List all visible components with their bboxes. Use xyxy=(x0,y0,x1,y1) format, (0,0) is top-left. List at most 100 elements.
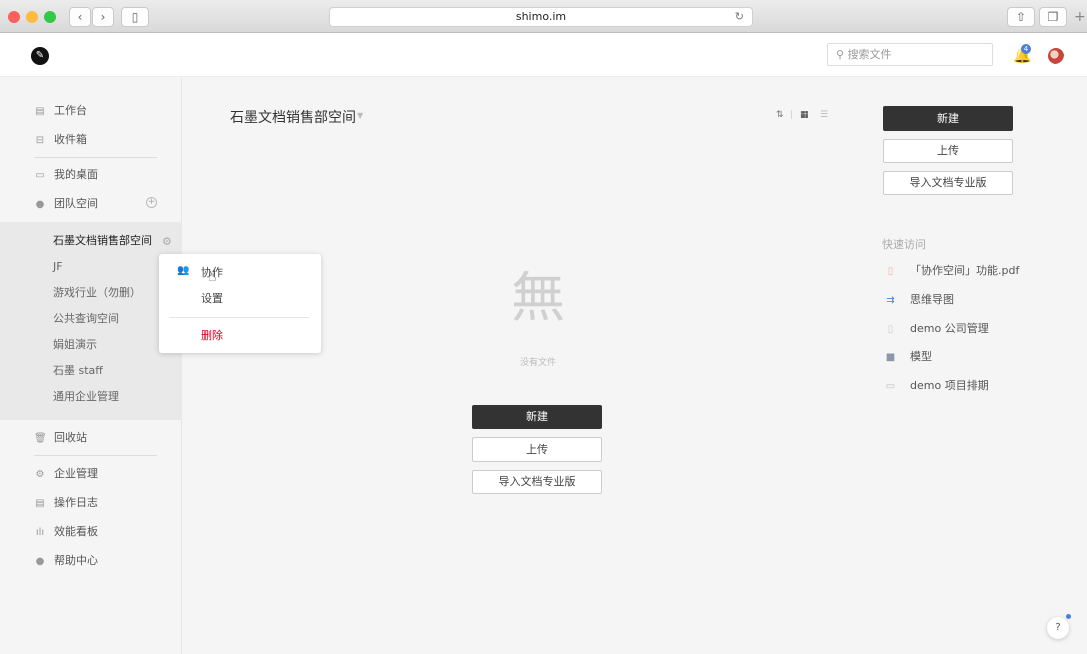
log-icon: ▤ xyxy=(35,498,45,509)
sidebar-item-label: 我的桌面 xyxy=(54,168,98,181)
team-space-item[interactable]: JF xyxy=(53,257,63,277)
sort-icon[interactable]: ⇅ xyxy=(776,110,784,120)
team-space-label: 游戏行业（勿删） xyxy=(53,286,141,299)
menu-item-settings[interactable]: 设置 xyxy=(201,291,223,307)
quick-access-item[interactable]: ▯ demo 公司管理 xyxy=(884,320,989,338)
empty-state-glyph: 無 xyxy=(511,266,565,329)
sidebar-item-workbench[interactable]: ▤ 工作台 xyxy=(34,101,87,121)
team-space-label: JF xyxy=(53,260,63,273)
new-button-center[interactable]: 新建 xyxy=(472,405,602,429)
sidebar-item-label: 回收站 xyxy=(54,431,87,444)
workbench-icon: ▤ xyxy=(35,106,45,117)
team-space-item[interactable]: 石墨 staff xyxy=(53,361,103,381)
mindmap-icon: ⇉ xyxy=(886,295,895,306)
desktop-icon: ▭ xyxy=(35,170,45,181)
list-view-icon[interactable]: ☰ xyxy=(820,110,828,120)
team-icon: ● xyxy=(35,199,45,210)
quick-access-label: 思维导图 xyxy=(910,293,954,306)
team-space-item[interactable]: 娟姐演示 xyxy=(53,335,97,355)
sidebar-item-inbox[interactable]: ⊟ 收件箱 xyxy=(34,130,87,150)
quick-access-item[interactable]: ▯ 「协作空间」功能.pdf xyxy=(884,262,1020,280)
address-bar[interactable]: shimo.im ↻ xyxy=(329,7,753,27)
sheet-icon: ▭ xyxy=(885,381,896,392)
context-menu: 👥 协作 设置 删除 xyxy=(159,254,321,353)
sidebar: ▤ 工作台 ⊟ 收件箱 ▭ 我的桌面 ● 团队空间 + 石墨文档销售部空间 ⚙ JF 游… xyxy=(0,78,182,654)
shimo-logo-icon[interactable]: ✎ xyxy=(31,47,49,65)
add-team-space-icon[interactable]: + xyxy=(146,197,157,208)
help-button[interactable]: ? xyxy=(1047,617,1069,639)
team-space-item[interactable]: 通用企业管理 xyxy=(53,387,119,407)
team-space-label: 石墨文档销售部空间 xyxy=(53,234,152,247)
tabs-button[interactable]: ❐ xyxy=(1039,7,1067,27)
url-text: shimo.im xyxy=(515,10,567,23)
menu-item-delete[interactable]: 删除 xyxy=(201,328,223,344)
search-icon: ⚲ xyxy=(836,48,845,61)
team-space-item[interactable]: 游戏行业（勿删） xyxy=(53,283,141,303)
import-button-center[interactable]: 导入文档专业版 xyxy=(472,470,602,494)
chevron-down-icon[interactable]: ▼ xyxy=(357,111,363,120)
forward-button[interactable]: › xyxy=(92,7,114,27)
quick-access-item[interactable]: ▭ demo 项目排期 xyxy=(884,377,989,395)
divider: | xyxy=(790,110,794,120)
sidebar-item-label: 收件箱 xyxy=(54,133,87,146)
inbox-icon: ⊟ xyxy=(35,135,45,146)
quick-access-label: 模型 xyxy=(910,350,932,363)
gear-icon: ⚙ xyxy=(35,469,45,480)
chevron-left-icon: ‹ xyxy=(77,10,83,24)
reload-icon[interactable]: ↻ xyxy=(735,8,744,26)
share-icon: ⇧ xyxy=(1015,10,1027,24)
sidebar-item-label: 操作日志 xyxy=(54,496,98,509)
pdf-icon: ▯ xyxy=(887,266,894,277)
search-placeholder: 搜索文件 xyxy=(847,48,892,61)
close-window-button[interactable] xyxy=(8,11,20,23)
divider xyxy=(34,455,157,456)
sidebar-toggle-button[interactable]: ▯ xyxy=(121,7,149,27)
sidebar-item-team-space[interactable]: ● 团队空间 xyxy=(34,194,98,214)
sidebar-item-trash[interactable]: 🗑 回收站 xyxy=(34,428,87,448)
avatar[interactable] xyxy=(1048,48,1064,64)
team-space-label: 通用企业管理 xyxy=(53,390,119,403)
sidebar-item-help[interactable]: ● 帮助中心 xyxy=(34,551,98,571)
quick-access-label: demo 公司管理 xyxy=(910,322,989,335)
collaborate-icon: 👥 xyxy=(177,265,190,276)
grid-view-icon[interactable]: ▦ xyxy=(800,110,809,120)
share-button[interactable]: ⇧ xyxy=(1007,7,1035,27)
trash-icon: 🗑 xyxy=(34,433,47,444)
sidebar-item-enterprise[interactable]: ⚙ 企业管理 xyxy=(34,464,98,484)
plus-icon[interactable]: + xyxy=(1074,9,1086,25)
back-button[interactable]: ‹ xyxy=(69,7,91,27)
team-space-item[interactable]: 公共查询空间 xyxy=(53,309,119,329)
team-space-label: 娟姐演示 xyxy=(53,338,97,351)
upload-button-center[interactable]: 上传 xyxy=(472,437,602,462)
search-input[interactable]: ⚲ 搜索文件 xyxy=(827,43,993,66)
page-title: 石墨文档销售部空间 xyxy=(230,110,356,126)
gear-icon[interactable]: ⚙ xyxy=(162,235,172,248)
tabs-icon: ❐ xyxy=(1047,10,1059,24)
sidebar-item-desktop[interactable]: ▭ 我的桌面 xyxy=(34,165,98,185)
sidebar-item-label: 效能看板 xyxy=(54,525,98,538)
help-notification-dot xyxy=(1066,614,1071,619)
team-space-label: 公共查询空间 xyxy=(53,312,119,325)
new-button[interactable]: 新建 xyxy=(883,106,1013,131)
sidebar-item-logs[interactable]: ▤ 操作日志 xyxy=(34,493,98,513)
quick-access-item[interactable]: ⇉ 思维导图 xyxy=(884,291,954,309)
chevron-right-icon: › xyxy=(100,10,106,24)
browser-toolbar: ‹ › ▯ shimo.im ↻ ⇧ ❐ + xyxy=(0,0,1087,33)
chart-icon: ılı xyxy=(35,527,45,538)
sidebar-item-dashboard[interactable]: ılı 效能看板 xyxy=(34,522,98,542)
team-space-item-active[interactable]: 石墨文档销售部空间 xyxy=(53,231,152,251)
sidebar-item-label: 工作台 xyxy=(54,104,87,117)
notification-badge: 4 xyxy=(1021,44,1031,54)
sidebar-icon: ▯ xyxy=(131,10,139,24)
quick-access-label: 「协作空间」功能.pdf xyxy=(910,264,1020,277)
team-space-list: 石墨文档销售部空间 ⚙ JF 游戏行业（勿删） 公共查询空间 娟姐演示 石墨 s… xyxy=(0,222,182,420)
quick-access-title: 快速访问 xyxy=(882,238,926,251)
app-header: ✎ ⚲ 搜索文件 🔔 4 xyxy=(0,33,1087,77)
upload-button[interactable]: 上传 xyxy=(883,139,1013,163)
team-space-label: 石墨 staff xyxy=(53,364,103,377)
sidebar-item-label: 帮助中心 xyxy=(54,554,98,567)
zoom-window-button[interactable] xyxy=(44,11,56,23)
import-button[interactable]: 导入文档专业版 xyxy=(883,171,1013,195)
quick-access-item[interactable]: ■ 模型 xyxy=(884,348,932,366)
minimize-window-button[interactable] xyxy=(26,11,38,23)
